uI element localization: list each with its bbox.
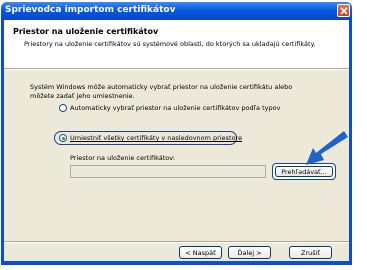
cancel-button[interactable]: Zrušiť [289,246,332,259]
header-divider [4,68,349,70]
radio-selected-dot [61,136,65,140]
radio-button-manual[interactable] [59,134,67,142]
description-line-1: Systém Windows môže automaticky vybrať p… [30,83,293,91]
radio-manual-label[interactable]: Umiestniť všetky certifikáty v nasledovn… [70,134,242,142]
store-input[interactable] [70,165,266,178]
footer-divider [4,241,349,243]
next-button[interactable]: Ďalej > [228,246,271,259]
radio-manual-select[interactable]: Umiestniť všetky certifikáty v nasledovn… [59,133,242,143]
description: Systém Windows môže automaticky vybrať p… [30,83,330,101]
radio-auto-select[interactable]: Automaticky vybrať priestor na uloženie … [59,103,280,113]
page-title: Priestor na uloženie certifikátov [13,27,159,36]
wizard-window: Sprievodca importom certifikátov Priesto… [1,2,352,265]
title-bar: Sprievodca importom certifikátov [1,2,352,20]
wizard-content: Priestor na uloženie certifikátov Priest… [4,20,349,261]
close-button[interactable] [337,4,350,17]
back-button[interactable]: < Naspäť [179,246,222,259]
pointer-arrow-icon [306,131,348,165]
close-icon [340,7,348,15]
page-subtitle: Priestory na uloženie certifikátov sú sy… [24,40,316,48]
store-label: Priestor na uloženie certifikátov: [70,154,175,162]
radio-button-auto[interactable] [59,104,67,112]
window-title: Sprievodca importom certifikátov [5,5,176,15]
description-line-2: môžete zadať jeho umiestnenie. [30,92,135,100]
radio-auto-label[interactable]: Automaticky vybrať priestor na uloženie … [70,104,280,112]
wizard-header: Priestor na uloženie certifikátov Priest… [4,20,349,68]
